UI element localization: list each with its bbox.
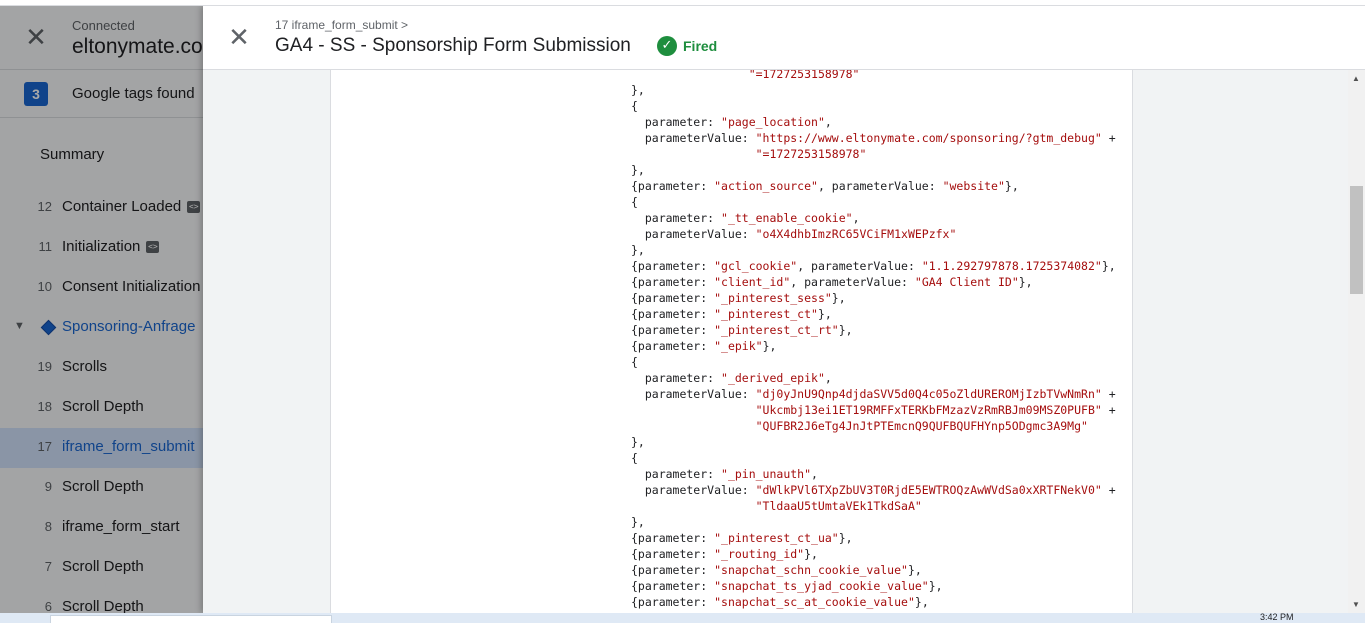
code-line: parameter: "_tt_enable_cookie",: [631, 211, 860, 225]
code-line: "=1727253158978": [748, 70, 860, 81]
code-line: parameterValue: "dWlkPVl6TXpZbUV3T0RjdE5…: [631, 483, 1116, 497]
code-line: "Ukcmbj13ei1ET19RMFFxTERKbFMzazVzRmRBJm0…: [755, 403, 1116, 417]
code-line: parameter: "page_location",: [631, 115, 832, 129]
taskbar-search-box[interactable]: [50, 615, 332, 623]
code-line: {parameter: "snapchat_ts_yjad_cookie_val…: [631, 579, 943, 593]
code-line: {: [631, 195, 638, 209]
code-line: {: [631, 355, 638, 369]
page-title: GA4 - SS - Sponsorship Form Submission: [275, 35, 631, 56]
code-line: {parameter: "_pinterest_ct"},: [631, 307, 832, 321]
code-line: },: [631, 515, 645, 529]
code-line: },: [631, 83, 645, 97]
code-line: },: [631, 243, 645, 257]
code-line: },: [631, 435, 645, 449]
code-line: },: [631, 163, 645, 177]
taskbar-clock: 3:42 PM: [1260, 613, 1294, 622]
code-line: {parameter: "_pinterest_ct_rt"},: [631, 323, 853, 337]
dialog-header: ✕ 17 iframe_form_submit > GA4 - SS - Spo…: [203, 6, 1365, 70]
os-taskbar: 3:42 PM: [0, 613, 1365, 623]
code-line: {parameter: "_pinterest_ct_ua"},: [631, 531, 853, 545]
code-line: parameterValue: "https://www.eltonymate.…: [631, 131, 1116, 145]
scroll-down-icon[interactable]: ▼: [1352, 600, 1360, 609]
parameter-code-block: "=1727253158978"}, { parameter: "page_loc…: [631, 70, 1116, 610]
tag-details-dialog: ✕ 17 iframe_form_submit > GA4 - SS - Spo…: [203, 6, 1365, 613]
scroll-up-icon[interactable]: ▲: [1352, 74, 1360, 83]
vertical-scrollbar[interactable]: ▲ ▼: [1348, 70, 1365, 613]
code-line: {parameter: "action_source", parameterVa…: [631, 179, 1019, 193]
code-line: {parameter: "gcl_cookie", parameterValue…: [631, 259, 1116, 273]
dialog-body: "=1727253158978"}, { parameter: "page_loc…: [203, 70, 1365, 613]
code-line: {parameter: "snapchat_sc_at_cookie_value…: [631, 595, 929, 609]
code-line: {parameter: "snapchat_schn_cookie_value"…: [631, 563, 922, 577]
code-line: {: [631, 451, 638, 465]
code-line: {parameter: "_epik"},: [631, 339, 777, 353]
breadcrumb[interactable]: 17 iframe_form_submit >: [275, 18, 408, 32]
code-line: parameterValue: "o4X4dhbImzRC65VCiFM1xWE…: [631, 227, 957, 241]
code-line: {parameter: "_pinterest_sess"},: [631, 291, 846, 305]
scrollbar-thumb[interactable]: [1350, 186, 1363, 294]
code-line: parameter: "_derived_epik",: [631, 371, 832, 385]
code-line: {parameter: "client_id", parameterValue:…: [631, 275, 1033, 289]
code-line: "TldaaU5tUmtaVEk1TkdSaA": [755, 499, 922, 513]
code-line: {parameter: "_routing_id"},: [631, 547, 818, 561]
close-icon[interactable]: ✕: [225, 24, 253, 52]
properties-card: "=1727253158978"}, { parameter: "page_loc…: [330, 70, 1133, 613]
status-badge: ✓ Fired: [657, 36, 717, 56]
window-top-edge: [0, 0, 1365, 6]
check-circle-icon: ✓: [657, 36, 677, 56]
code-line: "=1727253158978": [755, 147, 867, 161]
scrim-overlay[interactable]: [0, 6, 204, 613]
status-label: Fired: [683, 38, 718, 54]
code-line: parameterValue: "dj0yJnU9Qnp4djdaSVV5d0Q…: [631, 387, 1116, 401]
code-line: {: [631, 99, 638, 113]
code-line: "QUFBR2J6eTg4JnJtPTEmcnQ9QUFBQUFHYnp5ODg…: [755, 419, 1088, 433]
code-line: parameter: "_pin_unauth",: [631, 467, 818, 481]
